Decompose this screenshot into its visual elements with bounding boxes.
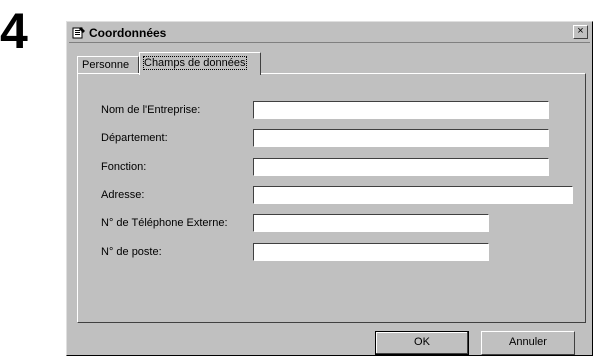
cancel-button-label: Annuler bbox=[509, 336, 547, 348]
label-extension: N° de poste: bbox=[101, 246, 162, 258]
tab-champs-de-donnees[interactable]: Champs de données bbox=[139, 52, 261, 75]
company-name-input[interactable] bbox=[253, 101, 549, 119]
label-function: Fonction: bbox=[101, 161, 147, 173]
label-external-phone: N° de Téléphone Externe: bbox=[101, 217, 228, 229]
ok-button-label: OK bbox=[414, 336, 430, 348]
tab-label: Champs de données bbox=[143, 56, 247, 70]
extension-input[interactable] bbox=[253, 243, 489, 261]
function-input[interactable] bbox=[253, 158, 549, 176]
ok-button[interactable]: OK bbox=[375, 331, 469, 355]
tab-label: Personne bbox=[82, 59, 130, 71]
label-company-name: Nom de l'Entreprise: bbox=[101, 104, 201, 116]
tab-personne[interactable]: Personne bbox=[77, 56, 139, 73]
close-icon: × bbox=[577, 25, 584, 37]
coordonnees-dialog: Coordonnées × Personne Champs de données… bbox=[66, 21, 593, 356]
external-phone-input[interactable] bbox=[253, 214, 489, 232]
phonebook-icon bbox=[72, 27, 85, 39]
title-bar: Coordonnées × bbox=[69, 24, 590, 43]
label-department: Département: bbox=[101, 132, 168, 144]
close-button[interactable]: × bbox=[573, 25, 588, 39]
label-address: Adresse: bbox=[101, 189, 145, 201]
cancel-button[interactable]: Annuler bbox=[481, 331, 575, 355]
address-input[interactable] bbox=[253, 186, 573, 204]
step-number: 4 bbox=[0, 3, 28, 59]
window-title: Coordonnées bbox=[89, 26, 167, 40]
department-input[interactable] bbox=[253, 129, 549, 147]
